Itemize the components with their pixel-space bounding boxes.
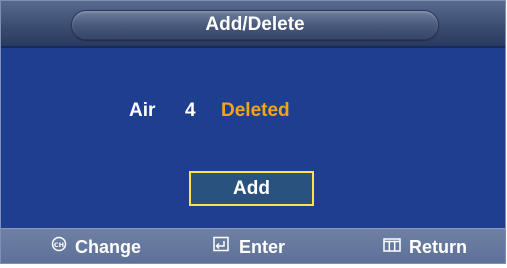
hint-enter-label: Enter — [239, 237, 286, 257]
channel-icon: CH — [51, 228, 67, 263]
channel-status-line: Air 4 Deleted — [1, 97, 505, 125]
footer-hint-bar: CH Change Enter Return — [1, 228, 505, 263]
hint-return[interactable]: Return — [383, 228, 467, 263]
channel-number: 4 — [185, 100, 196, 121]
menu-title: Add/Delete — [205, 14, 305, 35]
channel-source: Air — [129, 100, 156, 121]
osd-menu: Add/Delete Air 4 Deleted Add CH Change E… — [0, 0, 506, 264]
hint-enter[interactable]: Enter — [213, 228, 286, 263]
svg-text:CH: CH — [54, 241, 64, 249]
channel-status: Deleted — [221, 100, 290, 121]
title-pill: Add/Delete — [71, 10, 439, 40]
hint-return-label: Return — [409, 237, 467, 257]
return-icon — [383, 228, 401, 263]
title-bar: Add/Delete — [1, 1, 505, 46]
enter-icon — [213, 228, 231, 263]
hint-change[interactable]: CH Change — [51, 228, 142, 263]
title-divider — [1, 46, 505, 48]
hint-change-label: Change — [75, 237, 142, 257]
add-button[interactable]: Add — [189, 171, 314, 206]
